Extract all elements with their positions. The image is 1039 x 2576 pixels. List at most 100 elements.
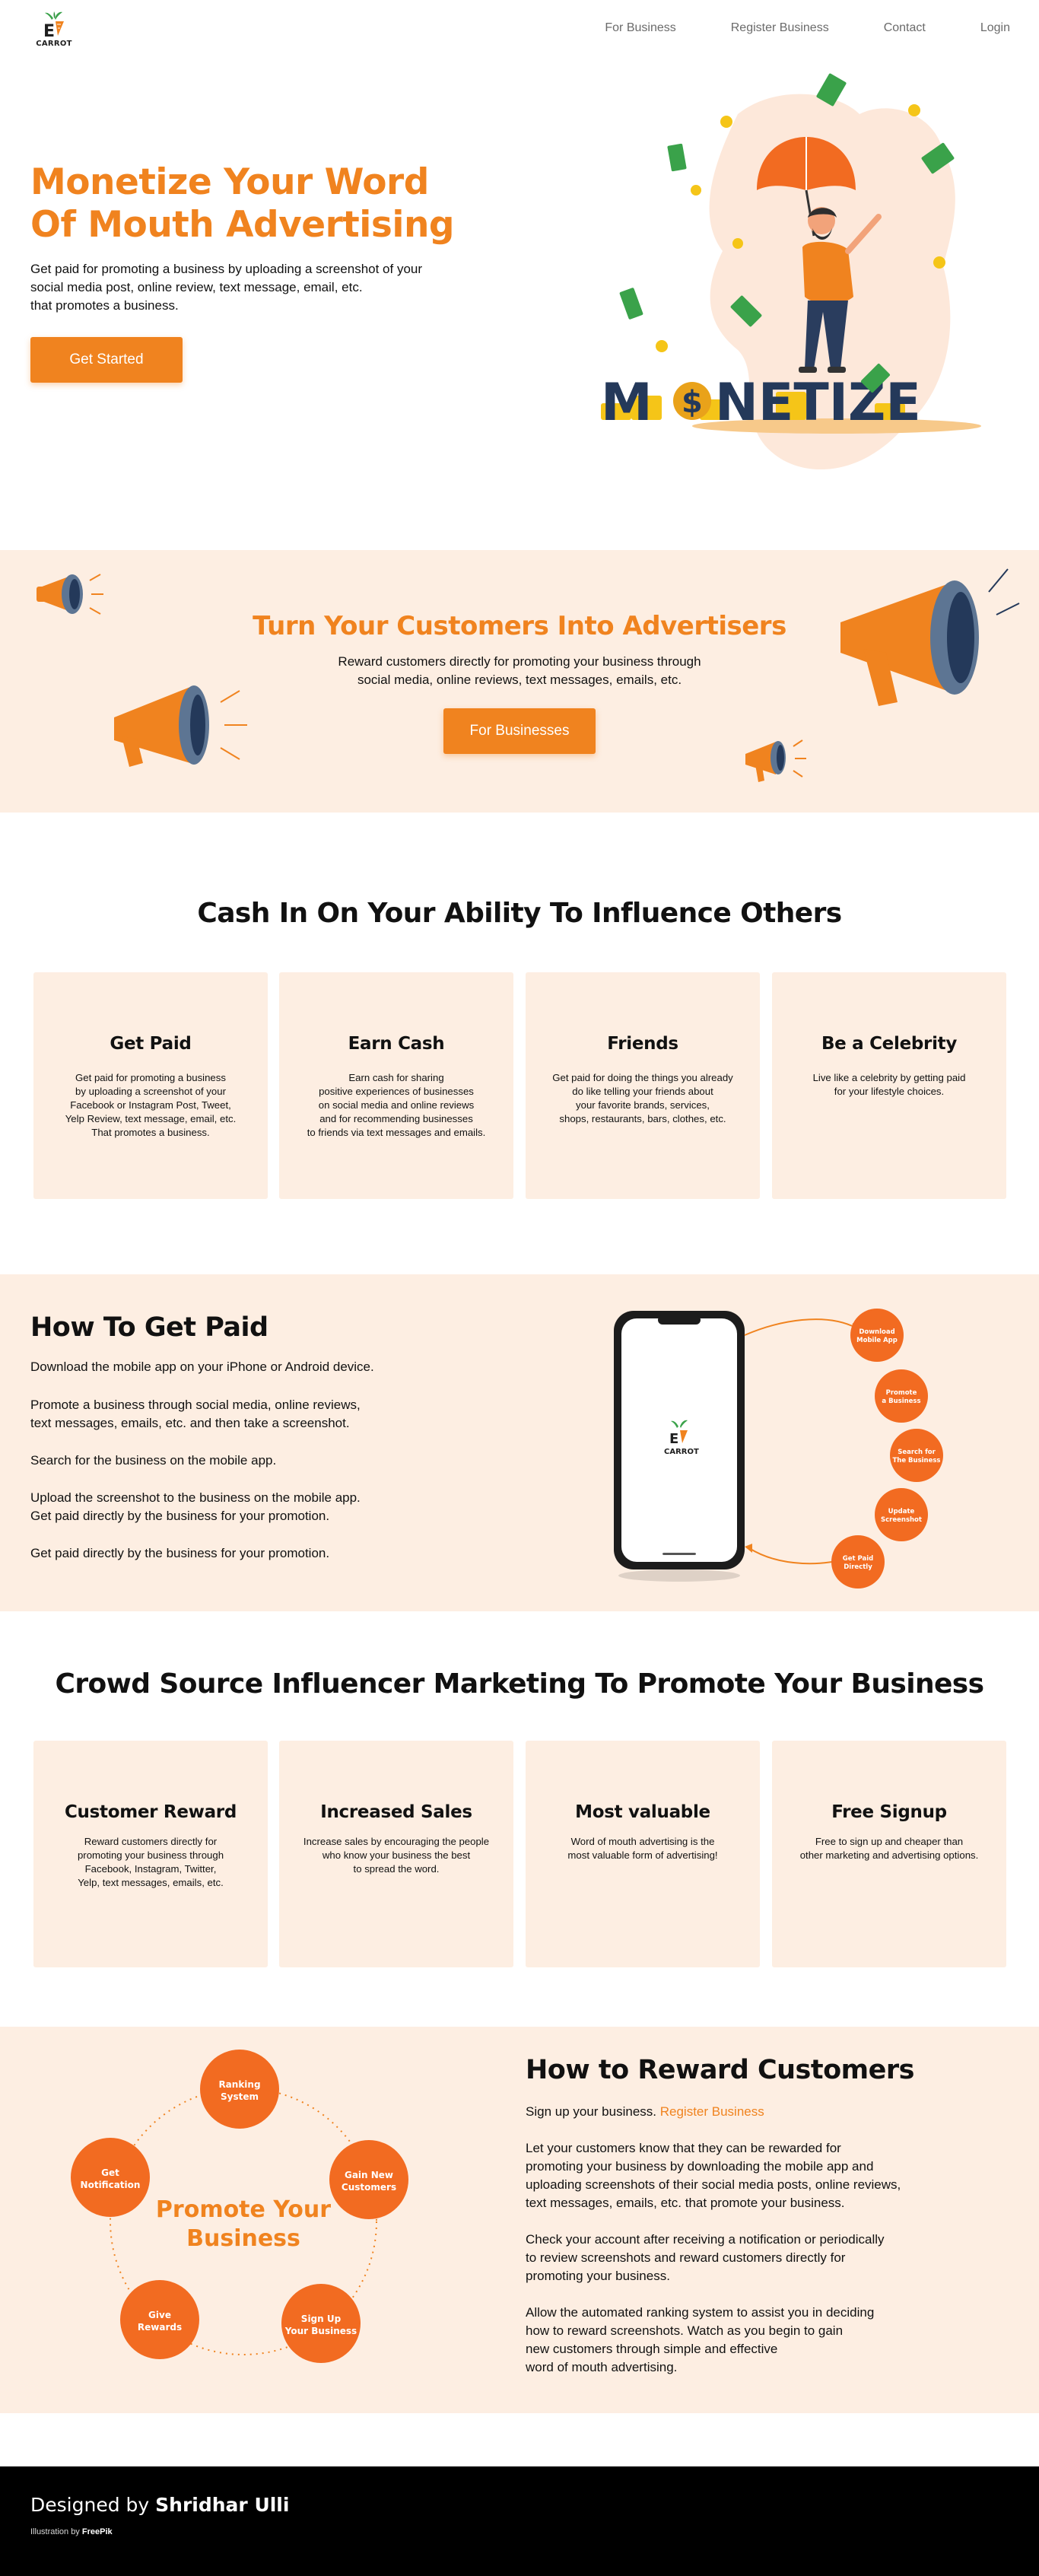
footer: Designed by Shridhar Ulli Illustration b… [0, 2466, 1039, 2576]
card-text: Live like a celebrity by getting paid fo… [778, 1071, 1000, 1099]
cycle-node: Get Notification [71, 2138, 150, 2217]
svg-text:$: $ [682, 385, 703, 420]
card-most-valuable: Most valuable Word of mouth advertising … [526, 1741, 760, 1967]
step-circle: Promote a Business [875, 1369, 928, 1423]
cycle-node-label: Rewards [138, 2322, 182, 2333]
card-line: That promotes a business. [91, 1127, 210, 1138]
phone-steps-illustration: E CARROT Download Mobile App Promote a B… [614, 1309, 943, 1589]
how-paid-step-2: Promote a business through social media,… [30, 1396, 517, 1433]
card-line: do like telling your friends about [572, 1086, 713, 1097]
hero-title: Monetize Your Word Of Mouth Advertising [30, 161, 502, 246]
card-title: Most valuable [575, 1802, 710, 1822]
influence-title: Cash In On Your Ability To Influence Oth… [197, 898, 842, 929]
step-label: Promote [886, 1389, 917, 1397]
card-line: Word of mouth advertising is the [570, 1836, 715, 1847]
card-line: Get paid for promoting a business [75, 1072, 226, 1083]
how-paid-line: Promote a business through social media,… [30, 1398, 361, 1412]
monetize-word: M [601, 373, 653, 433]
reward-line: Allow the automated ranking system to as… [526, 2305, 875, 2320]
step-circle: Search for The Business [890, 1429, 943, 1482]
footer-credit: Designed by Shridhar Ulli [30, 2494, 289, 2516]
how-paid-step-1: Download the mobile app on your iPhone o… [30, 1360, 374, 1374]
nav-register-business[interactable]: Register Business [731, 21, 829, 35]
step-label: Update [888, 1508, 915, 1515]
hero-desc-line: social media post, online review, text m… [30, 280, 363, 294]
cycle-node-label: Get [101, 2167, 119, 2178]
step-label: Directly [844, 1563, 872, 1571]
card-title: Increased Sales [320, 1802, 472, 1822]
card-line: Reward customers directly for [84, 1836, 218, 1847]
card-line: and for recommending businesses [319, 1113, 473, 1124]
advertisers-section: Turn Your Customers Into Advertisers Rew… [0, 550, 1039, 813]
card-earn-cash: Earn Cash Earn cash for sharing positive… [279, 972, 513, 1199]
step-circle: Download Mobile App [850, 1309, 904, 1362]
cycle-node: Gain New Customers [329, 2140, 408, 2219]
card-line: Yelp, text messages, emails, etc. [78, 1877, 224, 1888]
card-line: Increase sales by encouraging the people [303, 1836, 490, 1847]
card-line: Yelp Review, text message, email, etc. [65, 1113, 237, 1124]
card-line: Facebook or Instagram Post, Tweet, [70, 1099, 231, 1111]
nav-for-business[interactable]: For Business [605, 21, 675, 35]
how-paid-line: text messages, emails, etc. and then tak… [30, 1416, 350, 1430]
card-title: Customer Reward [64, 1802, 237, 1822]
card-text: Get paid for doing the things you alread… [532, 1071, 754, 1126]
card-line: for your lifestyle choices. [834, 1086, 945, 1097]
cycle-node-label: Ranking [218, 2079, 260, 2090]
card-line: positive experiences of businesses [319, 1086, 474, 1097]
megaphone-icon [114, 685, 247, 767]
register-business-link[interactable]: Register Business [660, 2104, 764, 2119]
card-get-paid: Get Paid Get paid for promoting a busine… [33, 972, 268, 1199]
card-free-signup: Free Signup Free to sign up and cheaper … [772, 1741, 1006, 1967]
reward-line: new customers through simple and effecti… [526, 2342, 778, 2356]
step-circle: Get Paid Directly [831, 1535, 885, 1589]
step-label: The Business [892, 1457, 940, 1465]
card-line: by uploading a screenshot of your [75, 1086, 226, 1097]
card-line: Live like a celebrity by getting paid [812, 1072, 966, 1083]
get-started-button[interactable]: Get Started [30, 337, 183, 383]
card-text: Word of mouth advertising is the most va… [532, 1835, 754, 1862]
card-text: Increase sales by encouraging the people… [285, 1835, 507, 1876]
page: E CARROT For Business Register Business … [0, 0, 1039, 2576]
how-paid-line: Get paid directly by the business for yo… [30, 1509, 330, 1523]
card-text: Reward customers directly for promoting … [40, 1835, 262, 1890]
hero-title-line: Of Mouth Advertising [30, 204, 455, 246]
nav-login[interactable]: Login [980, 21, 1010, 35]
card-title: Get Paid [110, 1034, 192, 1054]
step-circle: Update Screenshot [875, 1488, 928, 1541]
step-label: Screenshot [881, 1516, 922, 1524]
card-line: promoting your business through [77, 1849, 224, 1861]
reward-step-1: Sign up your business. Register Business [526, 2103, 1012, 2121]
megaphone-icon [745, 739, 806, 782]
megaphone-icon [37, 574, 103, 615]
card-line: Facebook, Instagram, Twitter, [84, 1863, 217, 1875]
logo[interactable]: E CARROT [35, 11, 73, 52]
card-text: Free to sign up and cheaper than other m… [778, 1835, 1000, 1862]
reward-title: How to Reward Customers [526, 2055, 914, 2085]
step-label: a Business [882, 1398, 920, 1405]
reward-line: to review screenshots and reward custome… [526, 2250, 846, 2265]
how-paid-line: Upload the screenshot to the business on… [30, 1490, 361, 1505]
for-businesses-button[interactable]: For Businesses [443, 708, 596, 754]
hero-title-line: Monetize Your Word [30, 161, 429, 203]
cycle-node-label: Notification [81, 2180, 141, 2190]
phone-logo-text: CARROT [664, 1448, 699, 1456]
footer-illustrator: FreePik [81, 2527, 113, 2536]
reward-line: text messages, emails, etc. that promote… [526, 2196, 845, 2210]
card-line: most valuable form of advertising! [567, 1849, 718, 1861]
cycle-node-label: Gain New [345, 2170, 393, 2180]
nav-contact[interactable]: Contact [884, 21, 926, 35]
carrot-logo-icon: E [43, 11, 64, 41]
card-friends: Friends Get paid for doing the things yo… [526, 972, 760, 1199]
card-title: Earn Cash [348, 1034, 445, 1054]
how-to-get-paid-section: How To Get Paid Download the mobile app … [0, 1274, 1039, 1611]
cycle-node: Give Rewards [120, 2280, 199, 2359]
card-title: Be a Celebrity [821, 1034, 958, 1054]
card-line: to friends via text messages and emails. [307, 1127, 486, 1138]
phone-screen [621, 1318, 737, 1562]
advertisers-description: Reward customers directly for promoting … [291, 653, 748, 689]
advertisers-desc-line: Reward customers directly for promoting … [338, 654, 701, 669]
how-paid-step-3: Search for the business on the mobile ap… [30, 1453, 277, 1468]
monetize-illustration: M $ NETIZE [601, 73, 981, 470]
card-title: Friends [607, 1034, 678, 1054]
cycle-node: Ranking System [200, 2050, 279, 2129]
